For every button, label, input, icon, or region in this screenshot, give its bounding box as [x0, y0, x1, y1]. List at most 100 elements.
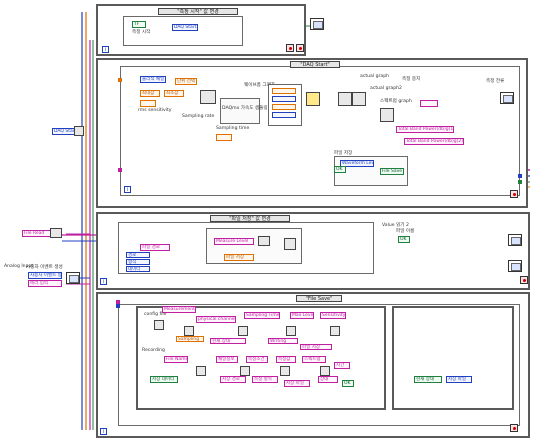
config-node-4: [286, 326, 296, 336]
timing-value-2[interactable]: [272, 96, 296, 102]
stop-icon-2: [510, 190, 518, 198]
channel-info-control[interactable]: 채널정보: [216, 356, 238, 363]
event-structure-frame-1: "측정 시작" 값 변경 TF 측정 시작 DAQ Start i: [96, 4, 306, 56]
tunnel-4b: [116, 304, 120, 308]
file-read-ref[interactable]: File Read: [22, 230, 52, 237]
vi-icon-3a: [508, 234, 522, 246]
tunnel-2c: [518, 174, 522, 178]
min-control[interactable]: 최소값: [164, 90, 184, 97]
tunnel-2a: [118, 78, 122, 82]
measure-value-control[interactable]: 측정값: [276, 356, 296, 363]
data-control-3[interactable]: 데이터: [126, 266, 150, 272]
rms-sensitivity-label: rms sensitivity: [138, 108, 172, 113]
daq-create-node: [200, 90, 216, 104]
ok-indicator-2: OK: [334, 166, 346, 173]
total-band-2: Total Band Power(db)g(2): [404, 138, 464, 145]
current-status-indicator: 현재 상태: [210, 338, 246, 344]
file-save-label: 파일 저장: [334, 151, 353, 156]
file-name-4-control[interactable]: File Name: [164, 356, 188, 363]
max-control[interactable]: 최대값: [140, 90, 160, 97]
write-node-1: [196, 366, 206, 376]
current-status-indicator-b: 현재 상태: [414, 376, 442, 383]
stop-icon-4: [510, 424, 518, 432]
file-name-label-3: 파일 이름: [396, 229, 415, 234]
daqmx-subframe: [220, 98, 260, 124]
reference-node: [74, 126, 84, 136]
case-selector-2[interactable]: "DAQ Start": [290, 61, 340, 68]
graph-vi-icon: [500, 92, 514, 104]
error-in-node[interactable]: 에러 입력: [28, 280, 62, 287]
sampling-rate-label: Sampling rate: [182, 114, 215, 119]
save-control-3[interactable]: 파일 저장: [224, 254, 254, 261]
config-node-1: [154, 320, 164, 330]
spectrum-node: [352, 92, 366, 106]
waveform-indicator: [420, 100, 438, 107]
timing-value-1[interactable]: [272, 88, 296, 94]
sensitivity-control[interactable]: Sensitivity: [320, 312, 346, 319]
timing-value-4[interactable]: [272, 112, 296, 118]
write-node-4: [320, 366, 330, 376]
sampling-time-label: Sampling time: [216, 126, 250, 131]
inner-case-frame-2: [120, 66, 520, 196]
case-selector-1[interactable]: "측정 시작" 값 변경: [158, 8, 238, 15]
measure-level-node: [258, 236, 270, 246]
measurement-control[interactable]: Measurement: [162, 306, 196, 313]
save-file-b: 저장 파일: [446, 376, 472, 383]
tunnel-2d: [518, 180, 522, 184]
measure-cond-control[interactable]: 측정조건: [246, 356, 268, 363]
fft-node: [338, 92, 352, 106]
measure-current-label: 측정 전류: [486, 79, 505, 84]
inner-frame-4b: [392, 306, 514, 410]
iteration-terminal-1: i: [102, 46, 109, 53]
stop-icon-1b: [296, 44, 304, 52]
file-save-control[interactable]: File Save: [380, 168, 404, 175]
time-4-control[interactable]: 시간: [334, 362, 350, 369]
stop-icon-3: [520, 276, 528, 284]
file-write-node: [284, 238, 296, 250]
max-level-control[interactable]: Max Level: [290, 312, 314, 319]
sampling-time-4-control[interactable]: Sampling Time: [244, 312, 280, 319]
config-node-5: [330, 326, 340, 336]
vi-icon-3b: [508, 260, 522, 272]
ok-indicator-4: OK: [342, 380, 354, 387]
daq-start-control[interactable]: DAQ Start: [172, 24, 198, 31]
unit-select-control[interactable]: 단위 선택: [175, 78, 197, 85]
sampling-time-control[interactable]: [216, 134, 232, 141]
total-band-1: Total Band Power(db)g(1): [396, 126, 454, 133]
status-indicator: 상태: [318, 376, 338, 383]
measure-start-label: 측정 시작: [132, 30, 151, 35]
daqmx-label: DAQmx 가속도 샘플링: [222, 106, 268, 111]
iteration-terminal-2: i: [124, 186, 131, 193]
measure-stop-label: 측정 중지: [402, 77, 421, 82]
write-node-3: [280, 366, 290, 376]
spectrum-graph-label: 스펙트럼 graph: [380, 99, 412, 104]
file-path-control[interactable]: 파일 경로: [140, 244, 170, 251]
save-data-indicator: 저장 데이터: [150, 376, 178, 383]
spectrum-4-control[interactable]: 스펙트럼: [302, 356, 326, 363]
physical-channel-control[interactable]: 물리적 채널: [140, 76, 166, 83]
config-node-3: [238, 326, 248, 336]
power-node: [380, 108, 394, 122]
case-selector-3[interactable]: "파일 저장" 값 변경: [210, 215, 290, 222]
actual-graph2-label: actual graph2: [370, 86, 402, 91]
data-save-indicator: 저장 파일: [284, 380, 310, 387]
sampling-indicator-4: Sampling: [176, 336, 204, 342]
tunnel-2b: [118, 168, 122, 172]
write-node-2: [240, 366, 250, 376]
stop-icon-1: [286, 44, 294, 52]
stop-vi-icon-1: [310, 18, 324, 30]
user-event-node[interactable]: 사용자 이벤트 등록: [28, 272, 62, 279]
config-node-2: [184, 326, 194, 336]
timing-value-3[interactable]: [272, 104, 296, 110]
type-control-3[interactable]: 형식: [126, 259, 150, 265]
daq-read-node: [306, 92, 320, 106]
ok-indicator-3: OK: [398, 236, 410, 243]
measurement-2-indicator: 측정 항목: [252, 376, 278, 383]
path-control-3[interactable]: 경로: [126, 252, 150, 258]
case-selector-4[interactable]: "File Save": [296, 295, 342, 302]
physical-channels-control[interactable]: physical channels: [196, 316, 236, 323]
sampling-rate-control[interactable]: [140, 100, 156, 107]
measure-level-control[interactable]: Measure Level: [214, 238, 254, 245]
measure-start-control[interactable]: TF: [132, 21, 146, 28]
writing-indicator: Writing: [268, 338, 298, 344]
